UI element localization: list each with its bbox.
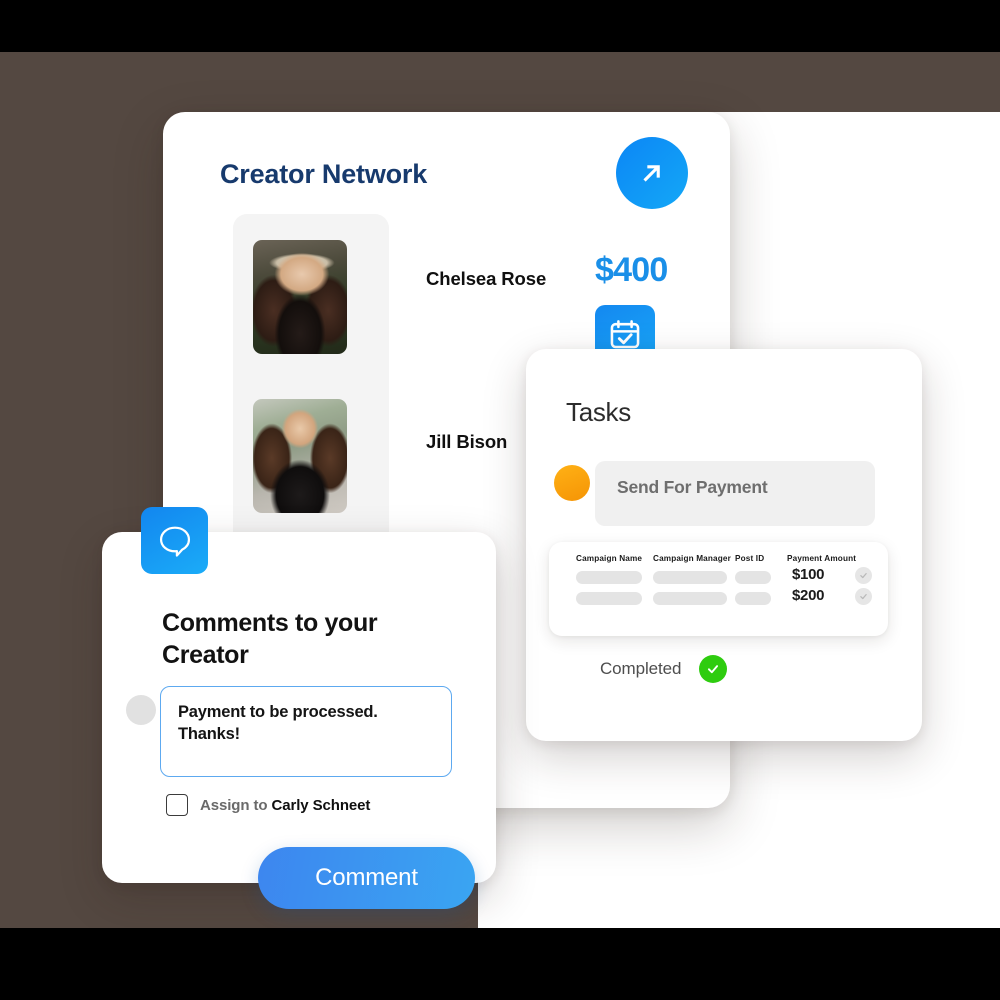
table-cell-placeholder xyxy=(576,592,642,605)
table-cell-placeholder xyxy=(735,571,771,584)
page-title: Creator Network xyxy=(220,159,428,189)
table-cell-payment-amount: $200 xyxy=(792,587,825,604)
row-approve-toggle[interactable] xyxy=(855,567,872,584)
comment-submit-button[interactable]: Comment xyxy=(258,847,475,909)
row-approve-toggle[interactable] xyxy=(855,588,872,605)
status-badge xyxy=(699,655,728,683)
comment-input[interactable]: Payment to be processed. Thanks! xyxy=(160,686,452,777)
check-icon xyxy=(708,665,719,674)
expand-button[interactable] xyxy=(616,137,688,209)
avatar[interactable] xyxy=(253,399,347,513)
tasks-card: Tasks Send For Payment Campaign Name Cam… xyxy=(526,349,922,741)
creator-photo-chelsea-rose xyxy=(253,240,347,354)
check-icon xyxy=(860,593,867,600)
task-row[interactable]: Send For Payment xyxy=(595,461,875,526)
comment-input-value: Payment to be processed. Thanks! xyxy=(178,703,378,744)
comments-card: Comments to your Creator Payment to be p… xyxy=(102,532,496,883)
commenter-avatar xyxy=(126,695,156,725)
comments-badge[interactable] xyxy=(141,507,208,574)
table-header-post-id: Post ID xyxy=(735,554,765,563)
table-cell-placeholder xyxy=(653,571,727,584)
comments-title: Comments to your Creator xyxy=(162,609,378,669)
assign-checkbox[interactable] xyxy=(166,794,188,816)
chat-bubble-icon xyxy=(159,526,190,557)
payments-table: Campaign Name Campaign Manager Post ID P… xyxy=(549,542,888,636)
table-cell-placeholder xyxy=(576,571,642,584)
letterbox-top xyxy=(0,0,1000,52)
assign-row[interactable]: Assign to Carly Schneet xyxy=(166,794,370,816)
completed-status: Completed xyxy=(600,655,728,683)
creator-name: Jill Bison xyxy=(426,431,508,452)
status-label: Completed xyxy=(600,659,682,678)
table-cell-placeholder xyxy=(653,592,727,605)
calendar-check-icon xyxy=(610,320,640,349)
creator-name: Chelsea Rose xyxy=(426,268,547,289)
screenshot-stage: Creator Network Chelsea Rose Jill Bison … xyxy=(0,0,1000,1000)
letterbox-bottom xyxy=(0,928,1000,1000)
table-cell-payment-amount: $100 xyxy=(792,566,825,583)
avatar[interactable] xyxy=(253,240,347,354)
payment-amount: $400 xyxy=(595,251,668,289)
tasks-title: Tasks xyxy=(566,397,631,427)
table-header-campaign-manager: Campaign Manager xyxy=(653,554,731,563)
arrow-up-right-icon xyxy=(643,165,660,182)
table-cell-placeholder xyxy=(735,592,771,605)
table-header-campaign-name: Campaign Name xyxy=(576,554,643,563)
assign-person: Carly Schneet xyxy=(271,796,371,814)
table-header-payment-amount: Payment Amount xyxy=(787,554,857,563)
assign-label: Assign to Carly Schneet xyxy=(200,797,370,814)
orange-status-dot xyxy=(554,465,590,501)
assign-prefix: Assign to xyxy=(200,796,272,814)
task-label: Send For Payment xyxy=(617,477,768,497)
creator-photo-jill-bison xyxy=(253,399,347,513)
check-icon xyxy=(860,572,867,579)
